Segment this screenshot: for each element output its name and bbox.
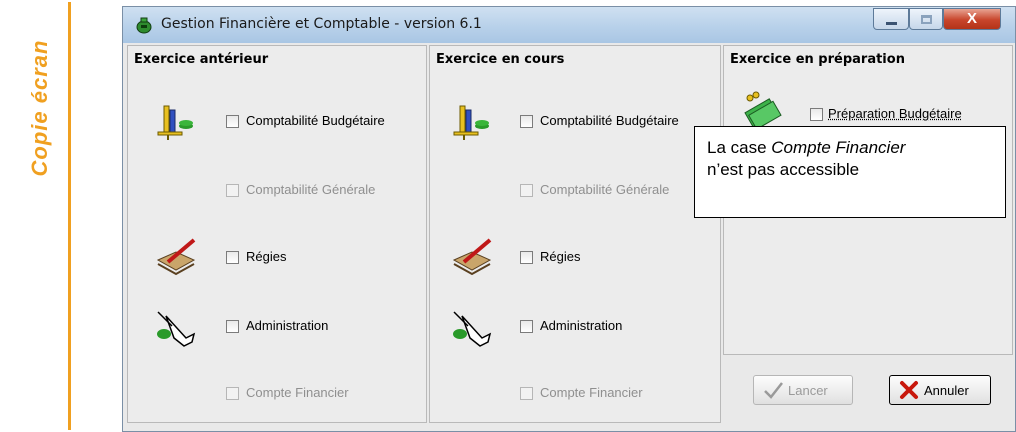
label-comptabilite-budgetaire: Comptabilité Budgétaire [540, 113, 679, 128]
hand-pointer-icon [453, 311, 492, 347]
panel-exercice-anterieur: Exercice antérieur Comptabilité Budgétai… [127, 45, 427, 423]
label-compte-financier: Compte Financier [246, 385, 349, 400]
side-accent-bar [68, 2, 71, 430]
checkbox-administration[interactable] [226, 320, 239, 333]
budget-scale-icon [157, 105, 193, 140]
callout-text: La case Compte Financier n’est pas acces… [707, 137, 905, 181]
label-preparation-budgetaire: Préparation Budgétaire [828, 106, 962, 121]
title-bar[interactable]: Gestion Financière et Comptable - versio… [123, 7, 1015, 43]
label-compte-financier: Compte Financier [540, 385, 643, 400]
label-administration: Administration [540, 318, 623, 333]
annotation-callout: La case Compte Financier n’est pas acces… [694, 126, 1006, 218]
label-regies: Régies [540, 249, 581, 264]
checkbox-compte-financier [520, 387, 533, 400]
checkbox-regies[interactable] [226, 251, 239, 264]
callout-line1-prefix: La case [707, 138, 772, 157]
checkmark-icon [764, 382, 783, 399]
hand-pointer-icon [157, 311, 196, 347]
annuler-button[interactable]: Annuler [889, 375, 991, 405]
minimize-icon [886, 22, 897, 25]
checkbox-comptabilite-generale [520, 184, 533, 197]
panel-title: Exercice en cours [436, 52, 565, 67]
annuler-label: Annuler [924, 383, 969, 398]
lancer-label: Lancer [788, 383, 828, 398]
cross-icon [900, 381, 918, 399]
label-regies: Régies [246, 249, 287, 264]
checkbox-preparation-budgetaire[interactable] [810, 108, 823, 121]
money-stack-icon [744, 91, 782, 130]
checkbox-comptabilite-budgetaire[interactable] [520, 115, 533, 128]
checkbox-regies[interactable] [520, 251, 533, 264]
panel-exercice-en-cours: Exercice en cours Comptabilité Budgétair… [429, 45, 721, 423]
book-pen-icon [156, 238, 196, 276]
side-caption: Copie écran [27, 39, 52, 177]
app-window: Gestion Financière et Comptable - versio… [122, 6, 1016, 432]
close-button[interactable]: X [943, 8, 1001, 30]
label-comptabilite-budgetaire: Comptabilité Budgétaire [246, 113, 385, 128]
side-caption-area: Copie écran [20, 10, 60, 210]
checkbox-comptabilite-budgetaire[interactable] [226, 115, 239, 128]
book-pen-icon [452, 238, 492, 276]
maximize-button[interactable] [909, 8, 943, 30]
label-comptabilite-generale: Comptabilité Générale [246, 182, 376, 197]
checkbox-compte-financier [226, 387, 239, 400]
callout-line2: n’est pas accessible [707, 160, 860, 179]
callout-line1-italic: Compte Financier [771, 138, 906, 157]
label-administration: Administration [246, 318, 329, 333]
window-title: Gestion Financière et Comptable - versio… [161, 16, 482, 32]
checkbox-administration[interactable] [520, 320, 533, 333]
minimize-button[interactable] [873, 8, 909, 30]
app-icon [136, 17, 152, 34]
panel-title: Exercice antérieur [134, 52, 269, 67]
checkbox-comptabilite-generale [226, 184, 239, 197]
panel-title: Exercice en préparation [730, 52, 905, 67]
label-comptabilite-generale: Comptabilité Générale [540, 182, 670, 197]
maximize-icon [921, 15, 932, 24]
budget-scale-icon [453, 105, 489, 140]
close-icon: X [966, 10, 977, 27]
lancer-button: Lancer [753, 375, 853, 405]
